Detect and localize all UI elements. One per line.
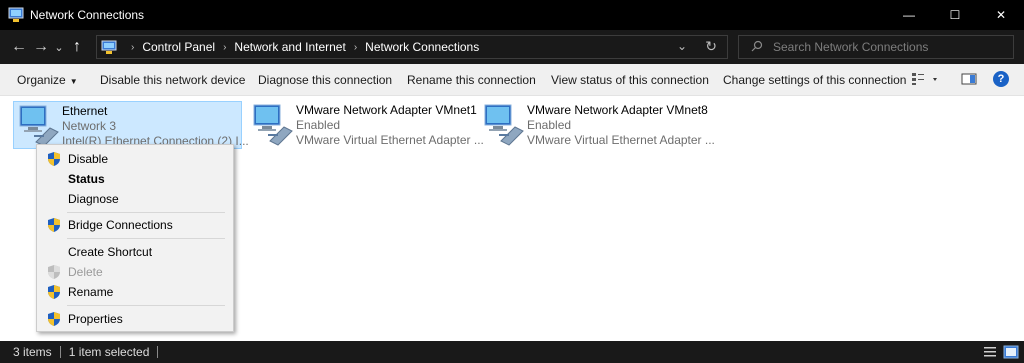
recent-locations-button[interactable]: ⌄ bbox=[52, 36, 66, 58]
connection-device: VMware Virtual Ethernet Adapter ... bbox=[296, 133, 484, 147]
address-bar[interactable]: › Control Panel › Network and Internet ›… bbox=[96, 35, 728, 59]
view-status-command[interactable]: View status of this connection bbox=[551, 73, 709, 87]
minimize-icon: — bbox=[903, 8, 915, 22]
connection-status: Network 3 bbox=[62, 119, 117, 133]
menu-item-diagnose[interactable]: Diagnose bbox=[37, 189, 233, 209]
large-icons-view-icon[interactable] bbox=[1003, 345, 1019, 362]
search-icon bbox=[751, 40, 763, 55]
address-dropdown-icon[interactable]: ⌄ bbox=[677, 39, 687, 53]
connection-status: Enabled bbox=[296, 118, 341, 132]
menu-item-label: Create Shortcut bbox=[68, 245, 153, 259]
menu-item-disable[interactable]: Disable bbox=[37, 149, 233, 169]
change-settings-command[interactable]: Change settings of this connection bbox=[723, 73, 906, 87]
menu-item-label: Diagnose bbox=[68, 192, 119, 206]
help-icon[interactable]: ? bbox=[993, 71, 1009, 87]
item-count: 3 items bbox=[13, 345, 52, 359]
address-toolbar: ← → ⌄ ↑ › Control Panel › Network and In… bbox=[0, 30, 1024, 64]
uac-shield-icon bbox=[46, 284, 62, 300]
search-box[interactable]: Search Network Connections bbox=[738, 35, 1014, 59]
uac-shield-icon bbox=[46, 151, 62, 167]
search-placeholder: Search Network Connections bbox=[773, 40, 929, 54]
status-bar: 3 items 1 item selected bbox=[0, 341, 1024, 363]
menu-item-label: Delete bbox=[68, 265, 103, 279]
up-arrow-icon: ↑ bbox=[73, 38, 81, 55]
disable-device-command[interactable]: Disable this network device bbox=[100, 73, 245, 87]
breadcrumb-separator: › bbox=[131, 41, 135, 53]
network-connections-app-icon bbox=[8, 7, 24, 23]
up-button[interactable]: ↑ bbox=[66, 36, 88, 58]
menu-item-bridge-connections[interactable]: Bridge Connections bbox=[37, 215, 233, 235]
rename-command[interactable]: Rename this connection bbox=[407, 73, 536, 87]
menu-item-status[interactable]: Status bbox=[37, 169, 233, 189]
network-adapter-icon bbox=[479, 101, 527, 147]
refresh-icon[interactable]: ↻ bbox=[705, 38, 717, 55]
status-separator bbox=[59, 346, 61, 358]
maximize-button[interactable]: ☐ bbox=[932, 0, 978, 30]
connection-item-ethernet[interactable]: Ethernet Network 3 Intel(R) Ethernet Con… bbox=[13, 101, 249, 149]
maximize-icon: ☐ bbox=[949, 8, 961, 22]
status-separator bbox=[157, 346, 159, 358]
menu-item-label: Properties bbox=[68, 312, 123, 326]
breadcrumb-network-and-internet[interactable]: Network and Internet bbox=[234, 40, 345, 54]
menu-item-properties[interactable]: Properties bbox=[37, 309, 233, 329]
connection-name: VMware Network Adapter VMnet8 bbox=[527, 103, 708, 117]
menu-item-rename[interactable]: Rename bbox=[37, 282, 233, 302]
window-title: Network Connections bbox=[30, 8, 145, 22]
connection-device: VMware Virtual Ethernet Adapter ... bbox=[527, 133, 715, 147]
breadcrumb-separator: › bbox=[223, 41, 227, 53]
connection-name: VMware Network Adapter VMnet1 bbox=[296, 103, 477, 117]
minimize-button[interactable]: — bbox=[886, 0, 932, 30]
connection-item-vmnet8[interactable]: VMware Network Adapter VMnet8 Enabled VM… bbox=[479, 101, 715, 149]
context-menu: Disable Status Diagnose Bridge Connectio… bbox=[36, 144, 234, 332]
title-bar: Network Connections — ☐ ✕ bbox=[0, 0, 1024, 30]
caret-down-icon: ▼ bbox=[69, 77, 78, 86]
menu-separator bbox=[67, 238, 225, 239]
preview-pane-icon[interactable] bbox=[961, 72, 977, 89]
close-button[interactable]: ✕ bbox=[978, 0, 1024, 30]
menu-item-label: Rename bbox=[68, 285, 114, 299]
back-button[interactable]: ← bbox=[8, 36, 30, 58]
uac-shield-icon bbox=[46, 217, 62, 233]
network-adapter-icon bbox=[248, 101, 296, 147]
organize-label: Organize bbox=[17, 73, 66, 87]
location-icon bbox=[101, 39, 117, 55]
network-adapter-icon bbox=[14, 102, 62, 148]
chevron-down-icon: ⌄ bbox=[54, 41, 64, 54]
connection-name: Ethernet bbox=[62, 104, 108, 118]
forward-button[interactable]: → bbox=[30, 36, 52, 58]
uac-shield-icon bbox=[46, 264, 62, 280]
diagnose-command[interactable]: Diagnose this connection bbox=[258, 73, 392, 87]
menu-item-delete: Delete bbox=[37, 262, 233, 282]
command-bar: Organize ▼ Disable this network device Di… bbox=[0, 64, 1024, 96]
forward-arrow-icon: → bbox=[33, 38, 49, 55]
menu-separator bbox=[67, 305, 225, 306]
breadcrumb-separator: › bbox=[353, 41, 358, 53]
breadcrumb-network-connections[interactable]: Network Connections bbox=[365, 40, 479, 54]
menu-separator bbox=[67, 212, 225, 213]
selection-count: 1 item selected bbox=[68, 345, 150, 359]
menu-item-label: Status bbox=[68, 172, 105, 186]
connection-item-vmnet1[interactable]: VMware Network Adapter VMnet1 Enabled VM… bbox=[248, 101, 484, 149]
menu-item-label: Bridge Connections bbox=[68, 218, 173, 232]
connection-status: Enabled bbox=[527, 118, 572, 132]
menu-item-label: Disable bbox=[68, 152, 109, 166]
details-view-icon[interactable] bbox=[983, 345, 997, 362]
close-icon: ✕ bbox=[995, 8, 1007, 22]
back-arrow-icon: ← bbox=[11, 38, 27, 55]
uac-shield-icon bbox=[46, 311, 62, 327]
organize-menu[interactable]: Organize ▼ bbox=[17, 73, 78, 87]
menu-item-create-shortcut[interactable]: Create Shortcut bbox=[37, 242, 233, 262]
breadcrumb-control-panel[interactable]: Control Panel bbox=[142, 40, 215, 54]
view-options-icon[interactable] bbox=[911, 72, 941, 89]
